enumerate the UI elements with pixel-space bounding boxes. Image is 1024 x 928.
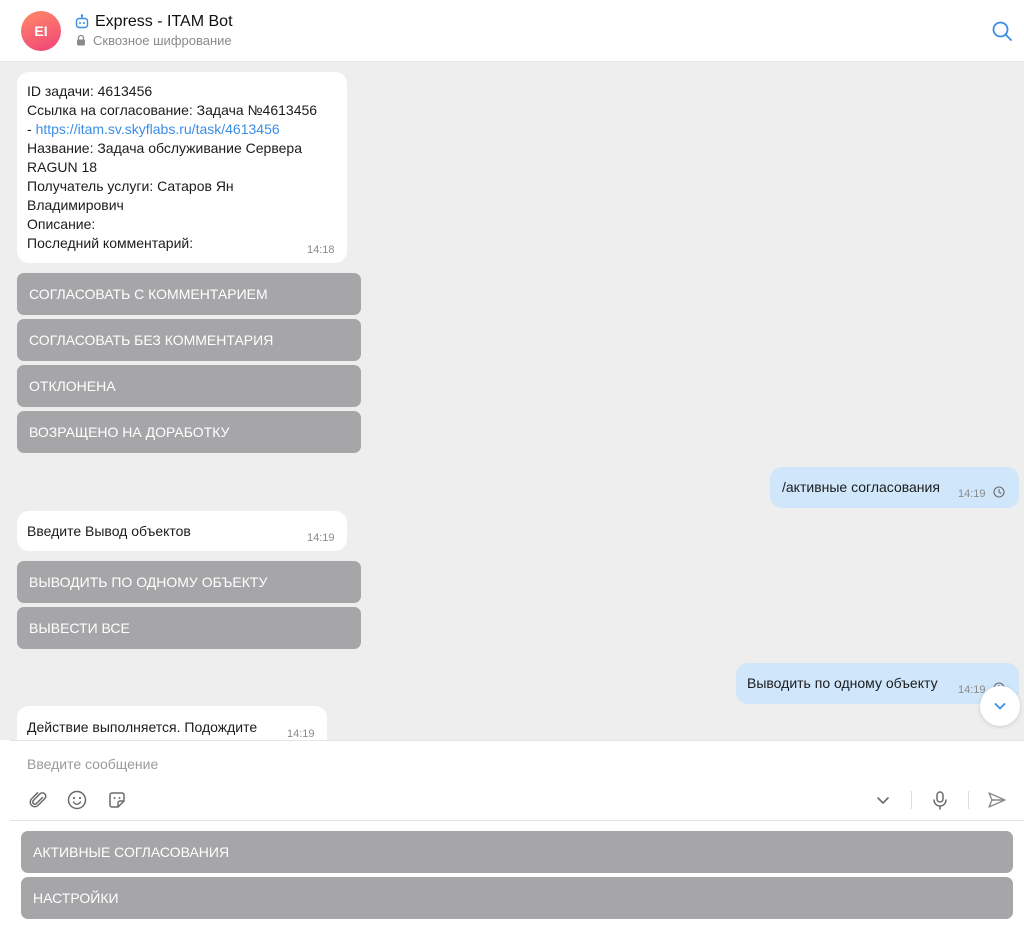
bot-keyboard: АКТИВНЫЕ СОГЛАСОВАНИЯ НАСТРОЙКИ bbox=[10, 820, 1024, 928]
message-composer: Введите сообщение bbox=[10, 740, 1024, 820]
message-time: 14:19 bbox=[958, 488, 986, 500]
message-text: Действие выполняется. Подождите bbox=[27, 719, 258, 735]
message-line-link-label: Ссылка на согласование: Задача №4613456 bbox=[27, 102, 318, 118]
link-prefix: - bbox=[27, 121, 36, 137]
message-time: 14:19 bbox=[287, 728, 315, 740]
message-text: /активные согласования bbox=[782, 479, 940, 495]
message-time: 14:18 bbox=[307, 244, 335, 256]
task-link[interactable]: https://itam.sv.skyflabs.ru/task/4613456 bbox=[36, 121, 280, 137]
divider bbox=[968, 791, 969, 809]
output-one-by-one-button[interactable]: ВЫВОДИТЬ ПО ОДНОМУ ОБЪЕКТУ bbox=[17, 561, 361, 603]
chevron-down-icon[interactable] bbox=[872, 789, 894, 811]
chat-title: Express - ITAM Bot bbox=[95, 13, 233, 30]
sticker-icon[interactable] bbox=[106, 789, 128, 811]
message-line-task-id: ID задачи: 4613456 bbox=[27, 83, 153, 99]
chat-header: EI Express - ITAM Bot Сквозное шифровани… bbox=[0, 0, 1024, 62]
incoming-message-processing: Действие выполняется. Подождите 14:19 bbox=[17, 706, 327, 740]
avatar[interactable]: EI bbox=[21, 11, 61, 51]
microphone-icon[interactable] bbox=[929, 789, 951, 811]
encryption-status: Сквозное шифрование bbox=[93, 33, 232, 48]
send-icon[interactable] bbox=[986, 789, 1008, 811]
incoming-message-output-mode: Введите Вывод объектов 14:19 bbox=[17, 511, 347, 551]
message-input[interactable]: Введите сообщение bbox=[27, 756, 158, 772]
clock-icon bbox=[993, 486, 1005, 498]
message-text: Выводить по одному объекту bbox=[747, 675, 938, 691]
chevron-down-icon bbox=[994, 703, 1006, 710]
output-all-button[interactable]: ВЫВЕСТИ ВСЕ bbox=[17, 607, 361, 649]
settings-button[interactable]: НАСТРОЙКИ bbox=[21, 877, 1013, 919]
message-line-name: Название: Задача обслуживание Сервера bbox=[27, 140, 302, 156]
returned-for-revision-button[interactable]: ВОЗРАЩЕНО НА ДОРАБОТКУ bbox=[17, 411, 361, 453]
message-list[interactable]: ID задачи: 4613456 Ссылка на согласовани… bbox=[0, 62, 1024, 740]
active-approvals-button[interactable]: АКТИВНЫЕ СОГЛАСОВАНИЯ bbox=[21, 831, 1013, 873]
search-icon[interactable] bbox=[991, 20, 1013, 42]
message-text: Введите Вывод объектов bbox=[27, 523, 191, 539]
lock-icon bbox=[77, 34, 85, 46]
bot-icon bbox=[75, 14, 89, 29]
paperclip-icon[interactable] bbox=[27, 789, 49, 811]
scroll-to-bottom-button[interactable] bbox=[980, 686, 1020, 726]
emoji-icon[interactable] bbox=[66, 789, 88, 811]
message-time: 14:19 bbox=[307, 532, 335, 544]
message-line-last-comment: Последний комментарий: bbox=[27, 235, 194, 251]
message-line-recipient: Получатель услуги: Сатаров Ян bbox=[27, 178, 234, 194]
outgoing-message: Выводить по одному объекту 14:19 bbox=[736, 663, 1019, 704]
message-line-description: Описание: bbox=[27, 216, 96, 232]
message-line-link: - https://itam.sv.skyflabs.ru/task/46134… bbox=[27, 120, 337, 139]
message-line-recipient-cont: Владимирович bbox=[27, 197, 124, 213]
message-line-name-cont: RAGUN 18 bbox=[27, 159, 98, 175]
approve-without-comment-button[interactable]: СОГЛАСОВАТЬ БЕЗ КОММЕНТАРИЯ bbox=[17, 319, 361, 361]
rejected-button[interactable]: ОТКЛОНЕНА bbox=[17, 365, 361, 407]
outgoing-message: /активные согласования 14:19 bbox=[770, 467, 1019, 508]
incoming-message-task: ID задачи: 4613456 Ссылка на согласовани… bbox=[17, 72, 347, 263]
divider bbox=[911, 791, 912, 809]
approve-with-comment-button[interactable]: СОГЛАСОВАТЬ С КОММЕНТАРИЕМ bbox=[17, 273, 361, 315]
